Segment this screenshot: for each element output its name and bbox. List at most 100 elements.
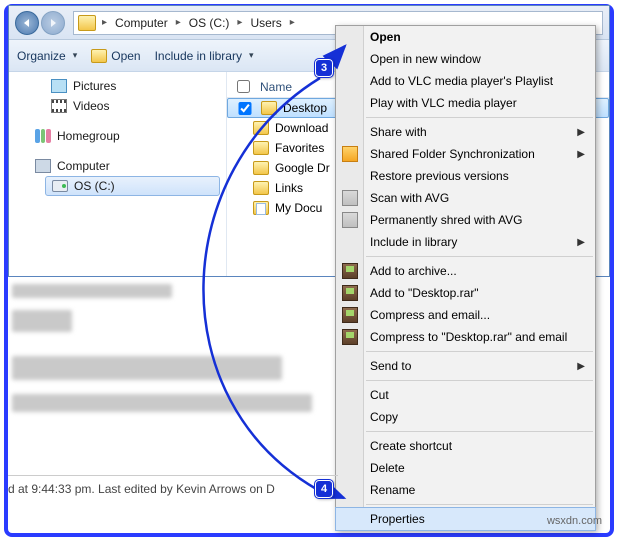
separator: [366, 117, 593, 118]
nav-label: Pictures: [73, 79, 116, 93]
menu-label: Include in library: [370, 235, 457, 249]
menu-delete[interactable]: Delete: [336, 457, 595, 479]
menu-copy[interactable]: Copy: [336, 406, 595, 428]
separator: [366, 504, 593, 505]
submenu-arrow-icon: ▶: [577, 361, 585, 372]
folder-icon: [253, 121, 269, 135]
menu-scan-avg[interactable]: Scan with AVG: [336, 187, 595, 209]
item-label: Google Dr: [275, 161, 330, 175]
menu-share-with[interactable]: Share with ▶: [336, 121, 595, 143]
chevron-right-icon: ▸: [174, 17, 183, 28]
menu-shred-avg[interactable]: Permanently shred with AVG: [336, 209, 595, 231]
computer-icon: [35, 159, 51, 173]
context-menu: Open Open in new window Add to VLC media…: [335, 25, 596, 531]
folder-icon: [253, 181, 269, 195]
item-label: Favorites: [275, 141, 324, 155]
winrar-icon: [342, 263, 358, 279]
menu-restore-versions[interactable]: Restore previous versions: [336, 165, 595, 187]
menu-label: Compress to "Desktop.rar" and email: [370, 330, 567, 344]
menu-label: Send to: [370, 359, 411, 373]
menu-label: Create shortcut: [370, 439, 452, 453]
menu-include-library[interactable]: Include in library ▶: [336, 231, 595, 253]
menu-label: Properties: [370, 512, 425, 526]
page-footer-text: d at 9:44:33 pm. Last edited by Kevin Ar…: [8, 475, 338, 496]
item-label: My Docu: [275, 201, 322, 215]
nav-pictures[interactable]: Pictures: [9, 76, 226, 96]
menu-send-to[interactable]: Send to ▶: [336, 355, 595, 377]
menu-label: Add to VLC media player's Playlist: [370, 74, 553, 88]
folder-icon: [78, 15, 96, 31]
include-library-menu[interactable]: Include in library: [155, 49, 254, 63]
nav-label: Videos: [73, 99, 109, 113]
separator: [366, 351, 593, 352]
drive-icon: [52, 180, 68, 192]
forward-button[interactable]: [41, 11, 65, 35]
nav-label: OS (C:): [74, 179, 115, 193]
winrar-icon: [342, 329, 358, 345]
menu-compress-email[interactable]: Compress and email...: [336, 304, 595, 326]
menu-label: Scan with AVG: [370, 191, 449, 205]
menu-create-shortcut[interactable]: Create shortcut: [336, 435, 595, 457]
avg-icon: [342, 190, 358, 206]
column-name[interactable]: Name: [260, 80, 292, 94]
breadcrumb-users[interactable]: Users: [244, 16, 287, 30]
nav-label: Homegroup: [57, 129, 120, 143]
menu-label: Play with VLC media player: [370, 96, 517, 110]
menu-shared-sync[interactable]: Shared Folder Synchronization ▶: [336, 143, 595, 165]
menu-compress-desktop-email[interactable]: Compress to "Desktop.rar" and email: [336, 326, 595, 348]
menu-label: Shared Folder Synchronization: [370, 147, 535, 161]
chevron-right-icon: ▸: [235, 17, 244, 28]
separator: [366, 431, 593, 432]
menu-add-archive[interactable]: Add to archive...: [336, 260, 595, 282]
back-button[interactable]: [15, 11, 39, 35]
menu-label: Rename: [370, 483, 415, 497]
winrar-icon: [342, 307, 358, 323]
organize-label: Organize: [17, 49, 66, 63]
nav-videos[interactable]: Videos: [9, 96, 226, 116]
menu-label: Add to "Desktop.rar": [370, 286, 479, 300]
menu-add-desktop-rar[interactable]: Add to "Desktop.rar": [336, 282, 595, 304]
menu-add-vlc-playlist[interactable]: Add to VLC media player's Playlist: [336, 70, 595, 92]
submenu-arrow-icon: ▶: [577, 127, 585, 138]
chevron-right-icon: ▸: [288, 17, 297, 28]
menu-label: Permanently shred with AVG: [370, 213, 523, 227]
menu-open-new-window[interactable]: Open in new window: [336, 48, 595, 70]
pictures-icon: [51, 79, 67, 93]
item-checkbox[interactable]: [238, 102, 252, 115]
menu-label: Open: [370, 30, 401, 44]
item-label: Download: [275, 121, 328, 135]
menu-label: Share with: [370, 125, 427, 139]
homegroup-icon: [35, 129, 51, 143]
menu-label: Cut: [370, 388, 389, 402]
folder-icon: [261, 101, 277, 115]
watermark: wsxdn.com: [547, 515, 602, 527]
nav-drive-osc[interactable]: OS (C:): [45, 176, 220, 196]
chevron-right-icon: ▸: [100, 17, 109, 28]
breadcrumb-computer[interactable]: Computer: [109, 16, 174, 30]
menu-play-vlc[interactable]: Play with VLC media player: [336, 92, 595, 114]
menu-cut[interactable]: Cut: [336, 384, 595, 406]
menu-open[interactable]: Open: [336, 26, 595, 48]
open-folder-icon: [91, 49, 107, 63]
item-label: Links: [275, 181, 303, 195]
menu-label: Add to archive...: [370, 264, 457, 278]
open-label: Open: [111, 49, 140, 63]
select-all-checkbox[interactable]: [237, 80, 250, 93]
open-button[interactable]: Open: [91, 49, 140, 63]
separator: [366, 256, 593, 257]
footer-label: d at 9:44:33 pm. Last edited by Kevin Ar…: [8, 482, 275, 496]
separator: [366, 380, 593, 381]
callout-3: 3: [315, 59, 333, 77]
menu-rename[interactable]: Rename: [336, 479, 595, 501]
organize-menu[interactable]: Organize: [17, 49, 77, 63]
nav-homegroup[interactable]: Homegroup: [9, 126, 226, 146]
nav-label: Computer: [57, 159, 110, 173]
blurred-background-content: [12, 284, 338, 424]
submenu-arrow-icon: ▶: [577, 237, 585, 248]
avg-icon: [342, 212, 358, 228]
nav-computer[interactable]: Computer: [9, 156, 226, 176]
breadcrumb-osc[interactable]: OS (C:): [183, 16, 236, 30]
item-label: Desktop: [283, 101, 327, 115]
nav-pane: Pictures Videos Homegroup Computer OS (C…: [9, 72, 227, 276]
submenu-arrow-icon: ▶: [577, 149, 585, 160]
